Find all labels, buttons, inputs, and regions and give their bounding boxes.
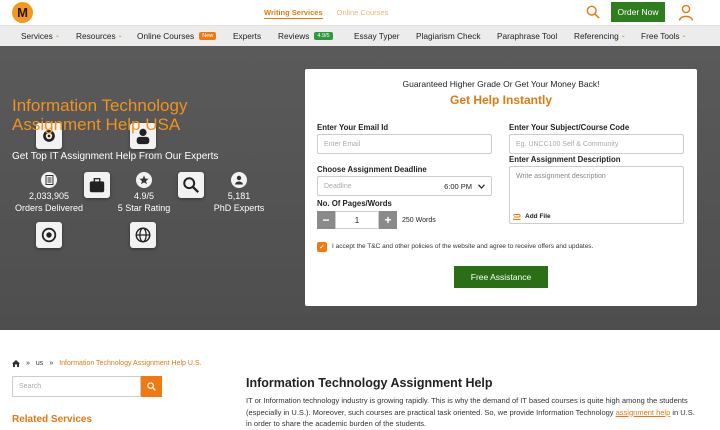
deadline-time-wrap: 6:00 PM (444, 182, 485, 191)
word-count: 250 Words (402, 216, 436, 224)
chevron-down-icon: ⌄ (117, 33, 123, 39)
user-icon[interactable] (678, 4, 694, 21)
stat-experts: 5,181 PhD Experts (204, 172, 274, 213)
logo-letter: M (17, 5, 28, 20)
rating-badge: 4.9/5 (314, 31, 333, 40)
hero-title: Information Technology Assignment Help U… (12, 96, 188, 134)
related-services-heading: Related Services (12, 414, 93, 425)
nav-essay-typer[interactable]: Essay Typer (354, 31, 400, 41)
site-logo[interactable]: M (12, 2, 33, 23)
stat-orders-value: 2,033,905 (28, 191, 70, 201)
search-icon[interactable] (586, 5, 600, 19)
nav-free-tools-label: Free Tools (641, 30, 680, 41)
nav-reviews[interactable]: Reviews 4.9/5 (278, 31, 333, 41)
chevron-down-icon (478, 183, 485, 189)
new-badge: New (199, 31, 217, 40)
nav-plagiarism-check[interactable]: Plagiarism Check (416, 31, 481, 41)
nav-essay-typer-label: Essay Typer (354, 30, 400, 41)
article-title: Information Technology Assignment Help (246, 376, 493, 390)
chevron-down-icon: ⌄ (620, 33, 626, 39)
hero-subtitle: Get Top IT Assignment Help From Our Expe… (12, 151, 219, 162)
search-icon (147, 382, 156, 391)
nav-paraphrase-label: Paraphrase Tool (497, 30, 558, 41)
globe-icon (130, 222, 156, 248)
nav-referencing-label: Referencing (574, 30, 619, 41)
assignment-help-link[interactable]: assignment help (616, 408, 671, 417)
tab-online-courses[interactable]: Online Courses (337, 8, 389, 19)
stat-orders: 2,033,905 Orders Delivered (14, 172, 84, 213)
nav-services-label: Services (21, 30, 53, 41)
pages-stepper: − 1 + 250 Words (317, 211, 436, 229)
breadcrumb: » us » Information Technology Assignment… (12, 360, 202, 367)
free-assistance-button[interactable]: Free Assistance (454, 266, 548, 288)
search-input[interactable]: Search (12, 376, 141, 397)
content-section: » us » Information Technology Assignment… (0, 330, 720, 430)
deadline-label: Choose Assignment Deadline (317, 165, 427, 174)
tab-writing-services[interactable]: Writing Services (264, 8, 323, 19)
graduate-icon (231, 172, 247, 188)
nav-resources-label: Resources (76, 30, 116, 41)
decrement-button[interactable]: − (317, 211, 335, 229)
home-icon[interactable] (12, 360, 20, 367)
consent-checkbox[interactable]: ✓ (317, 242, 327, 252)
nav-services[interactable]: Services ⌄ (21, 31, 60, 41)
help-form: Guaranteed Higher Grade Or Get Your Mone… (305, 69, 697, 306)
paperclip-icon (513, 213, 521, 220)
form-title: Get Help Instantly (449, 93, 553, 107)
stat-experts-value: 5,181 (227, 191, 251, 201)
deadline-placeholder: Deadline (324, 182, 352, 190)
briefcase-icon (84, 172, 110, 198)
pages-input[interactable]: 1 (335, 211, 379, 229)
nav-experts[interactable]: Experts (233, 31, 261, 41)
nav-paraphrase-tool[interactable]: Paraphrase Tool (497, 31, 557, 41)
target-icon (36, 222, 62, 248)
nav-online-courses-label: Online Courses (137, 30, 195, 41)
document-icon (41, 172, 57, 188)
stat-rating-label: 5 Star Rating (117, 203, 171, 213)
subject-field[interactable]: Eg. UNCC100 Self & Community (509, 134, 684, 154)
breadcrumb-separator: » (49, 360, 54, 367)
order-now-button[interactable]: Order Now (611, 2, 665, 22)
sidebar-search: Search (12, 376, 162, 397)
deadline-time: 6:00 PM (444, 181, 472, 191)
search-button[interactable] (141, 376, 162, 397)
stat-experts-label: PhD Experts (213, 203, 265, 213)
star-icon (136, 172, 152, 188)
breadcrumb-separator: » (26, 360, 30, 367)
main-nav: Services ⌄ Resources ⌄ Online Courses New E… (0, 25, 720, 46)
add-file-button[interactable]: Add File (513, 213, 551, 220)
nav-resources[interactable]: Resources ⌄ (76, 31, 123, 41)
top-bar: M Writing Services Online Courses Order … (0, 0, 720, 25)
breadcrumb-us[interactable]: us (36, 360, 43, 367)
pages-label: No. Of Pages/Words (317, 199, 392, 208)
nav-plagiarism-label: Plagiarism Check (416, 30, 481, 41)
email-label: Enter Your Email Id (317, 123, 389, 132)
subject-label: Enter Your Subject/Course Code (509, 123, 630, 132)
nav-online-courses[interactable]: Online Courses New (137, 30, 217, 41)
increment-button[interactable]: + (379, 211, 397, 229)
hero-section: Information Technology Assignment Help U… (0, 46, 720, 330)
consent-label: I accept the T&C and other policies of t… (332, 243, 594, 250)
magnifier-icon (178, 172, 204, 198)
guarantee-text: Guaranteed Higher Grade Or Get Your Mone… (402, 79, 600, 89)
top-tabs: Writing Services Online Courses (264, 8, 388, 19)
stat-rating: 4.9/5 5 Star Rating (109, 172, 179, 213)
nav-experts-label: Experts (233, 30, 262, 41)
checkmark-icon: ✓ (319, 244, 325, 251)
article-body: IT or Information technology industry is… (246, 395, 701, 430)
desc-label: Enter Assignment Description (509, 155, 621, 164)
nav-referencing[interactable]: Referencing ⌄ (574, 31, 626, 41)
chevron-down-icon: ⌄ (54, 33, 60, 39)
stat-rating-value: 4.9/5 (133, 191, 155, 201)
add-file-label: Add File (525, 213, 551, 220)
breadcrumb-current: Information Technology Assignment Help U… (59, 360, 202, 367)
email-field[interactable]: Enter Email (317, 134, 492, 154)
chevron-down-icon: ⌄ (681, 33, 687, 39)
nav-reviews-label: Reviews (278, 30, 310, 41)
nav-free-tools[interactable]: Free Tools ⌄ (641, 31, 687, 41)
stat-orders-label: Orders Delivered (14, 203, 84, 213)
deadline-select[interactable]: Deadline 6:00 PM (317, 176, 492, 196)
